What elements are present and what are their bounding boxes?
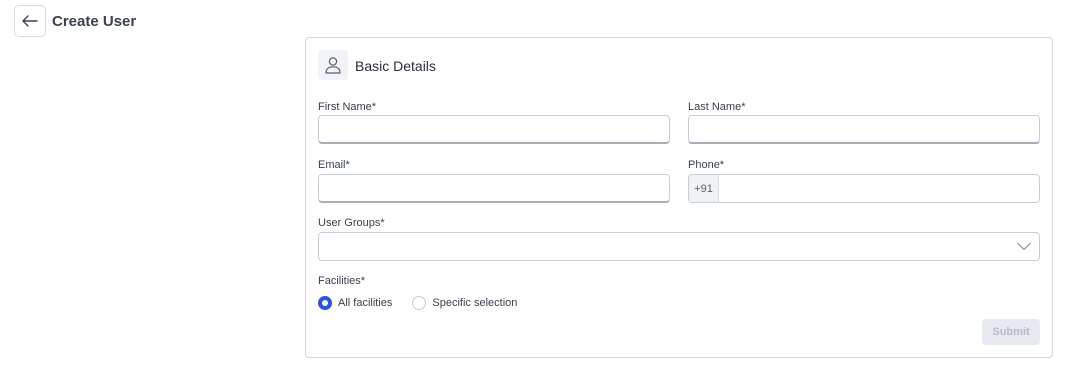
phone-country-code: +91	[689, 175, 719, 202]
phone-input[interactable]: +91	[688, 174, 1040, 203]
basic-details-card: Basic Details First Name* Last Name* Ema…	[305, 37, 1053, 358]
last-name-label: Last Name*	[688, 101, 746, 113]
user-groups-label: User Groups*	[318, 217, 385, 229]
radio-label-all-facilities: All facilities	[338, 297, 393, 309]
back-button[interactable]	[14, 5, 46, 37]
radio-button-unchecked[interactable]	[412, 296, 427, 310]
chevron-down-icon	[1017, 242, 1031, 251]
radio-label-specific-selection: Specific selection	[432, 297, 518, 309]
arrow-left-icon	[22, 15, 38, 27]
radio-specific-selection[interactable]: Specific selection	[412, 296, 517, 310]
page-title: Create User	[52, 13, 137, 30]
create-user-page: Create User Basic Details First Name* La…	[0, 0, 1080, 380]
radio-button-checked[interactable]	[318, 296, 332, 310]
user-icon	[318, 50, 348, 80]
first-name-label: First Name*	[318, 101, 377, 113]
card-title: Basic Details	[355, 58, 436, 74]
facilities-label: Facilities*	[318, 275, 366, 287]
first-name-input[interactable]	[318, 115, 670, 144]
user-groups-select[interactable]	[318, 232, 1040, 261]
email-input[interactable]	[318, 174, 670, 203]
last-name-input[interactable]	[688, 115, 1040, 144]
facilities-radio-group: All facilities Specific selection	[318, 296, 537, 310]
submit-button[interactable]: Submit	[982, 319, 1040, 345]
phone-label: Phone*	[688, 159, 725, 171]
email-label: Email*	[318, 159, 350, 171]
radio-all-facilities[interactable]: All facilities	[318, 296, 392, 310]
